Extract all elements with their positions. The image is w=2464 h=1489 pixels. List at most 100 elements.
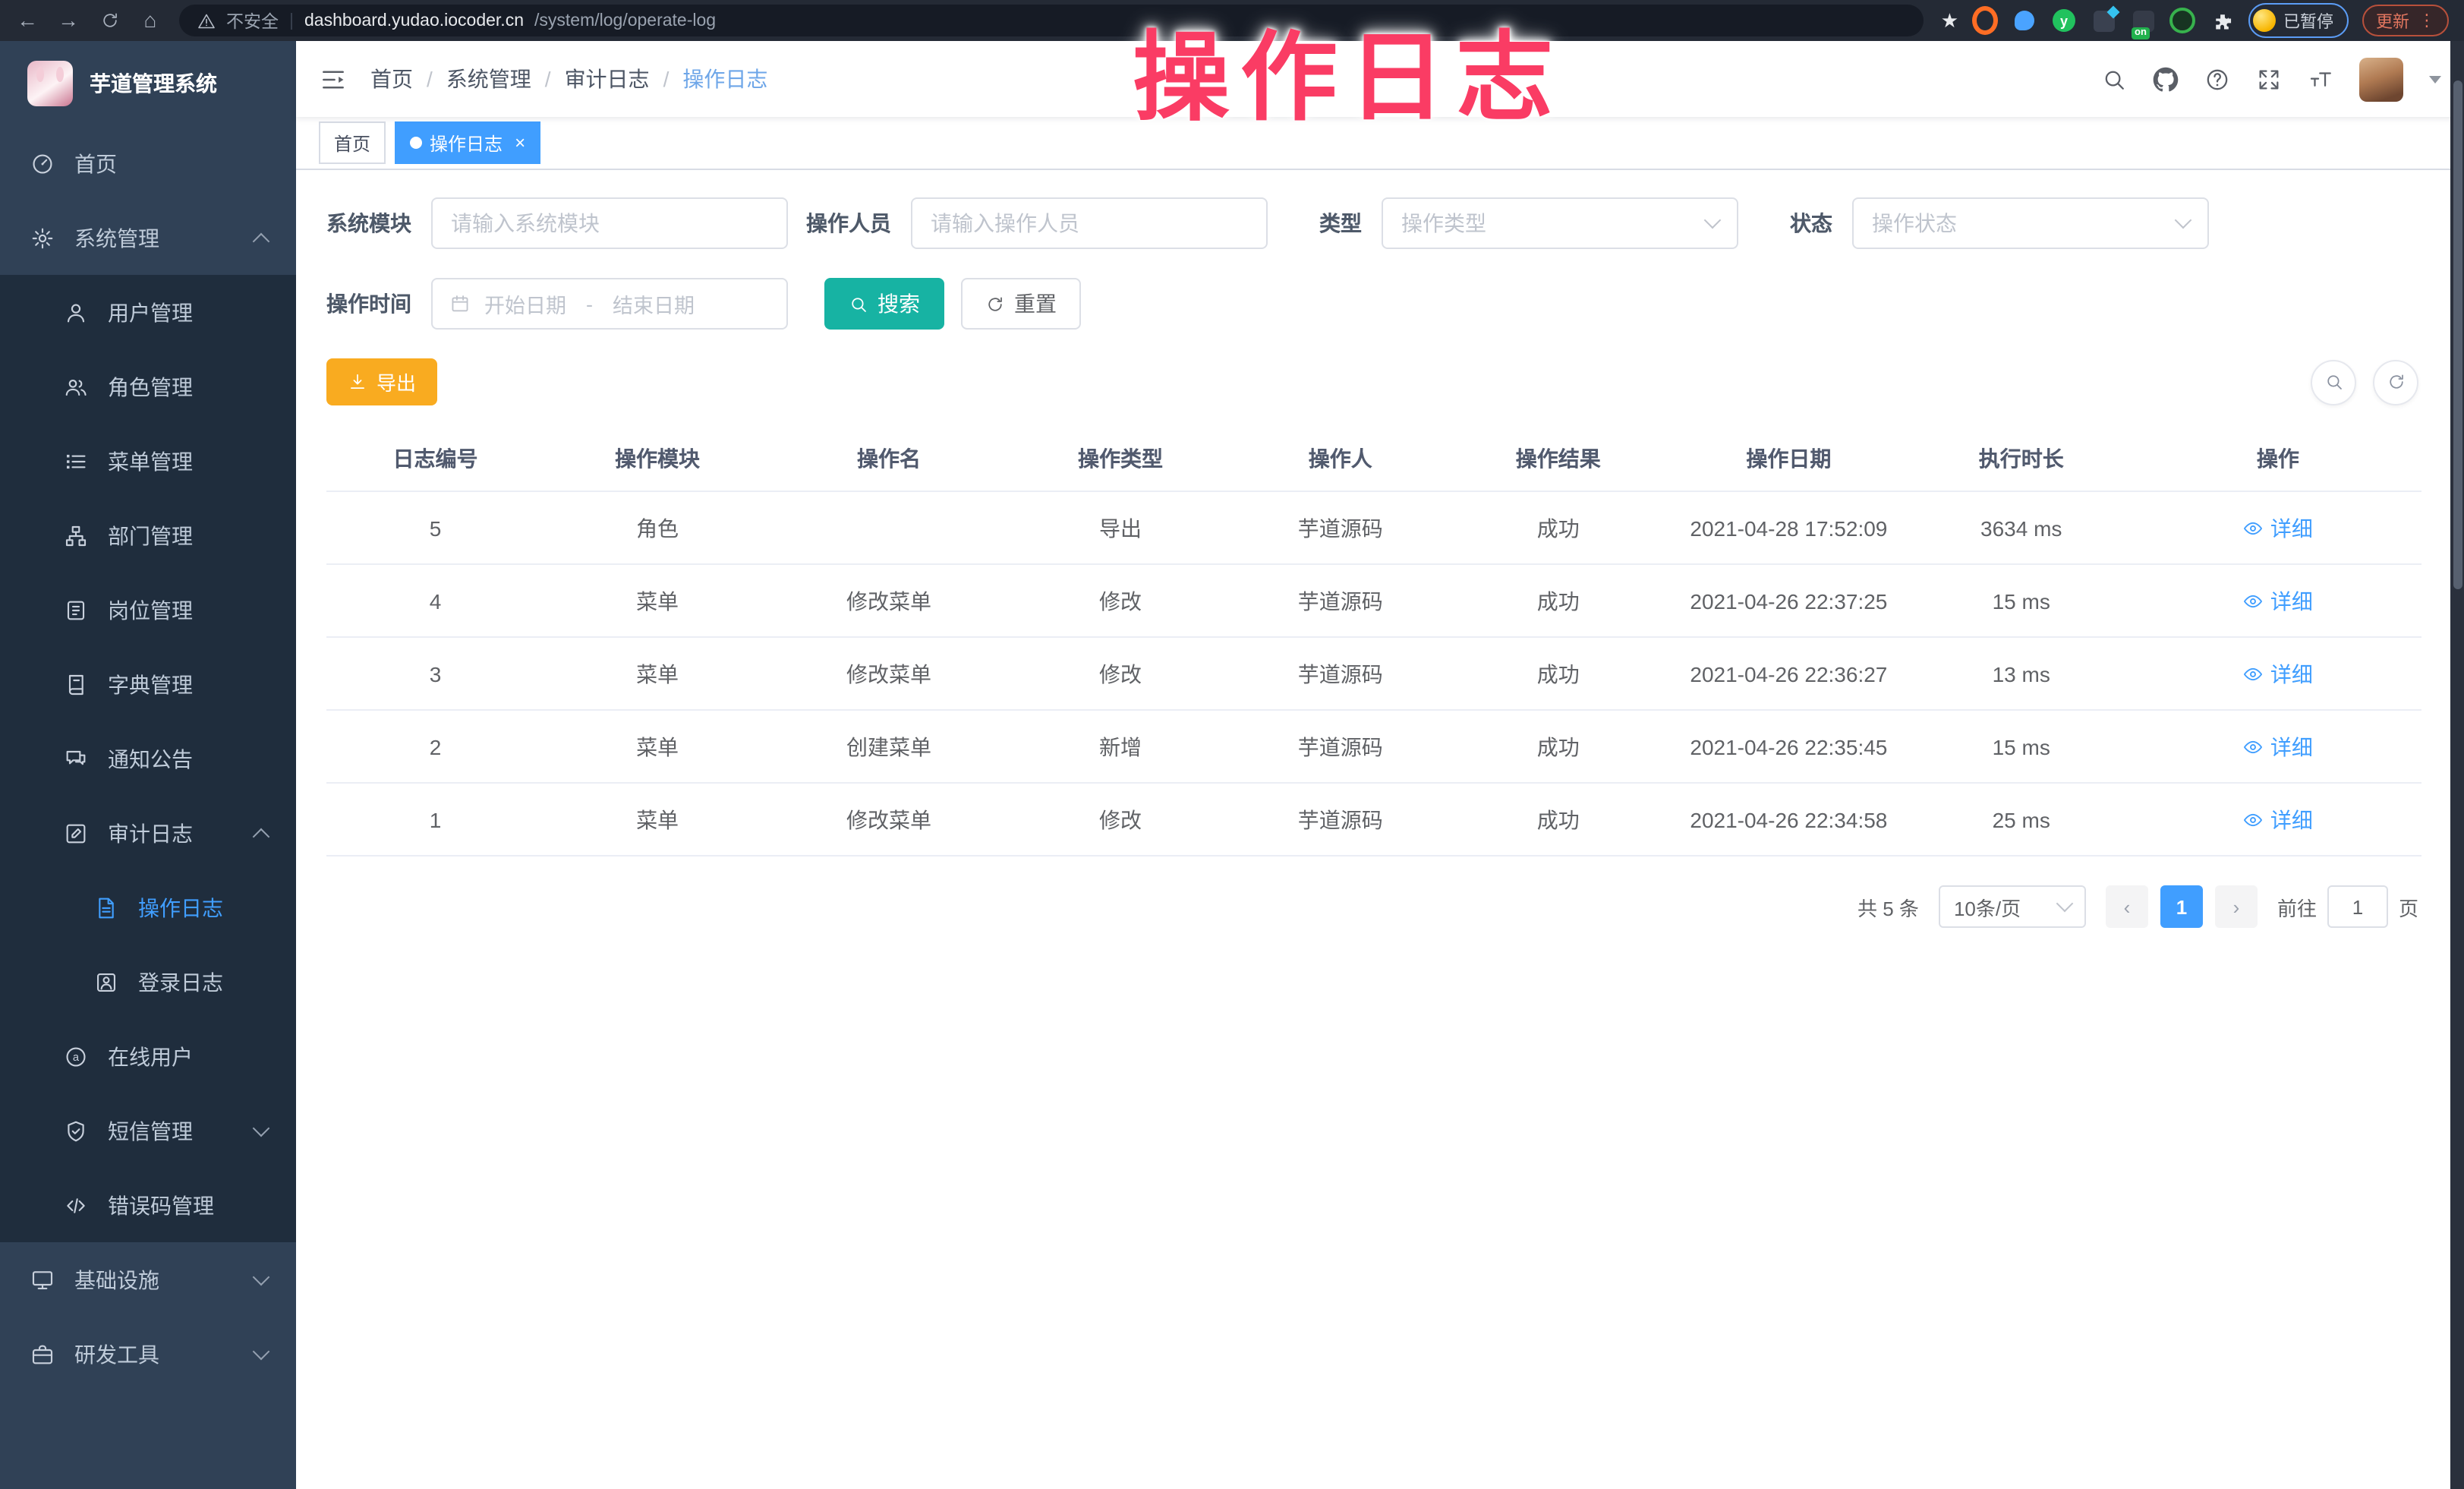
help-icon[interactable]	[2204, 66, 2230, 92]
browser-menu-dots-icon[interactable]: ⋮	[2418, 11, 2435, 30]
detail-link[interactable]: 详细	[2243, 513, 2313, 543]
module-input[interactable]	[431, 197, 788, 249]
sidebar-item-角色管理[interactable]: 角色管理	[0, 349, 296, 424]
sidebar-item-研发工具[interactable]: 研发工具	[0, 1317, 296, 1391]
toggle-search-button[interactable]	[2311, 359, 2356, 405]
table-toolbar: 导出	[326, 358, 2421, 405]
table-cell: 成功	[1448, 564, 1670, 637]
fullscreen-icon[interactable]	[2256, 66, 2282, 92]
sidebar-item-label: 通知公告	[108, 743, 193, 774]
type-select[interactable]: 操作类型	[1382, 197, 1738, 249]
status-select[interactable]: 操作状态	[1852, 197, 2209, 249]
sidebar-item-岗位管理[interactable]: 岗位管理	[0, 573, 296, 647]
reset-button[interactable]: 重置	[961, 278, 1081, 330]
next-page-button[interactable]: ›	[2215, 885, 2258, 928]
sidebar-item-错误码管理[interactable]: 错误码管理	[0, 1168, 296, 1242]
table-cell: 2021-04-26 22:37:25	[1669, 564, 1908, 637]
search-button[interactable]: 搜索	[824, 278, 944, 330]
sidebar-item-label: 操作日志	[138, 892, 223, 923]
github-icon[interactable]	[2153, 66, 2179, 92]
browser-forward-icon[interactable]: →	[56, 0, 80, 41]
font-size-icon[interactable]	[2308, 66, 2333, 92]
monitor-icon	[30, 1267, 55, 1292]
user-icon	[64, 300, 88, 324]
extension-leaf-icon[interactable]	[2169, 8, 2195, 33]
sidebar-item-部门管理[interactable]: 部门管理	[0, 498, 296, 573]
table-cell: 菜单	[544, 564, 770, 637]
prev-page-button[interactable]: ‹	[2106, 885, 2148, 928]
extension-green-y-icon[interactable]: y	[2051, 8, 2077, 33]
page-number-button[interactable]: 1	[2160, 885, 2203, 928]
menu-fold-icon[interactable]	[319, 65, 348, 93]
time-label: 操作时间	[326, 289, 411, 319]
warning-icon	[197, 11, 216, 30]
sidebar-item-label: 基础设施	[74, 1264, 159, 1295]
dict-icon	[64, 672, 88, 696]
extension-orange-icon[interactable]	[1972, 8, 1998, 33]
detail-link[interactable]: 详细	[2243, 585, 2313, 616]
table-cell-actions: 详细	[2135, 491, 2421, 564]
scrollbar-thumb[interactable]	[2453, 80, 2462, 589]
chevron-down-icon	[1704, 212, 1722, 229]
user-avatar[interactable]	[2359, 57, 2403, 101]
address-bar[interactable]: 不安全 | dashboard.yudao.iocoder.cn/system/…	[179, 5, 1924, 36]
app-logo-row[interactable]: 芋道管理系统	[0, 41, 296, 126]
goto-page-input[interactable]	[2327, 885, 2388, 928]
extension-on-badge-icon[interactable]: on	[2130, 8, 2156, 33]
column-header: 操作名	[770, 425, 1007, 491]
browser-home-icon[interactable]: ⌂	[138, 0, 162, 41]
breadcrumb-item[interactable]: 审计日志	[565, 64, 650, 94]
browser-back-icon[interactable]: ←	[15, 0, 39, 41]
breadcrumb-item[interactable]: 系统管理	[446, 64, 531, 94]
sidebar-item-首页[interactable]: 首页	[0, 126, 296, 200]
sidebar-item-审计日志[interactable]: 审计日志	[0, 796, 296, 870]
total-count-label: 共 5 条	[1857, 892, 1919, 921]
table-cell: 菜单	[544, 710, 770, 783]
gauge-icon	[30, 151, 55, 175]
sidebar-item-登录日志[interactable]: 登录日志	[0, 945, 296, 1019]
extension-blue-icon[interactable]	[2012, 8, 2037, 33]
sidebar-item-菜单管理[interactable]: 菜单管理	[0, 424, 296, 498]
sidebar-item-短信管理[interactable]: 短信管理	[0, 1093, 296, 1168]
detail-link[interactable]: 详细	[2243, 731, 2313, 762]
export-button[interactable]: 导出	[326, 358, 437, 405]
refresh-table-button[interactable]	[2373, 359, 2418, 405]
avatar-caret-down-icon[interactable]	[2429, 75, 2441, 83]
sidebar-item-基础设施[interactable]: 基础设施	[0, 1242, 296, 1317]
column-header: 操作类型	[1007, 425, 1234, 491]
extension-stack-icon[interactable]	[2091, 8, 2116, 33]
active-tab-dot	[410, 137, 422, 149]
url-domain: dashboard.yudao.iocoder.cn	[304, 11, 524, 30]
operator-input[interactable]	[911, 197, 1268, 249]
table-cell: 芋道源码	[1234, 637, 1448, 710]
tab-首页[interactable]: 首页	[319, 121, 386, 164]
table-cell: 芋道源码	[1234, 491, 1448, 564]
sidebar-item-通知公告[interactable]: 通知公告	[0, 721, 296, 796]
breadcrumb-separator: /	[427, 67, 433, 91]
breadcrumb-item: 操作日志	[682, 64, 767, 94]
sidebar-item-用户管理[interactable]: 用户管理	[0, 275, 296, 349]
date-range-picker[interactable]: 开始日期 - 结束日期	[431, 278, 788, 330]
table-cell: 修改	[1007, 783, 1234, 856]
detail-link[interactable]: 详细	[2243, 804, 2313, 834]
extensions-puzzle-icon[interactable]	[2209, 8, 2235, 33]
page-size-select[interactable]: 10条/页	[1939, 885, 2086, 928]
close-icon[interactable]: ×	[515, 134, 525, 152]
sidebar-item-在线用户[interactable]: 在线用户	[0, 1019, 296, 1093]
browser-update-button[interactable]: 更新 ⋮	[2362, 5, 2449, 36]
sidebar-item-操作日志[interactable]: 操作日志	[0, 870, 296, 945]
filter-row-1: 系统模块 操作人员 类型 操作类型	[326, 197, 2421, 249]
table-cell: 15 ms	[1908, 710, 2135, 783]
browser-profile-chip[interactable]: 已暂停	[2248, 3, 2349, 38]
browser-reload-icon[interactable]	[97, 0, 121, 41]
edit-icon	[64, 821, 88, 845]
search-icon[interactable]	[2101, 66, 2127, 92]
tab-操作日志[interactable]: 操作日志×	[395, 121, 540, 164]
table-cell: 2021-04-28 17:52:09	[1669, 491, 1908, 564]
sidebar-item-系统管理[interactable]: 系统管理	[0, 200, 296, 275]
sidebar-item-字典管理[interactable]: 字典管理	[0, 647, 296, 721]
breadcrumb-item[interactable]: 首页	[370, 64, 413, 94]
sidebar-item-label: 短信管理	[108, 1115, 193, 1146]
bookmark-star-icon[interactable]: ★	[1941, 8, 1958, 33]
detail-link[interactable]: 详细	[2243, 658, 2313, 689]
